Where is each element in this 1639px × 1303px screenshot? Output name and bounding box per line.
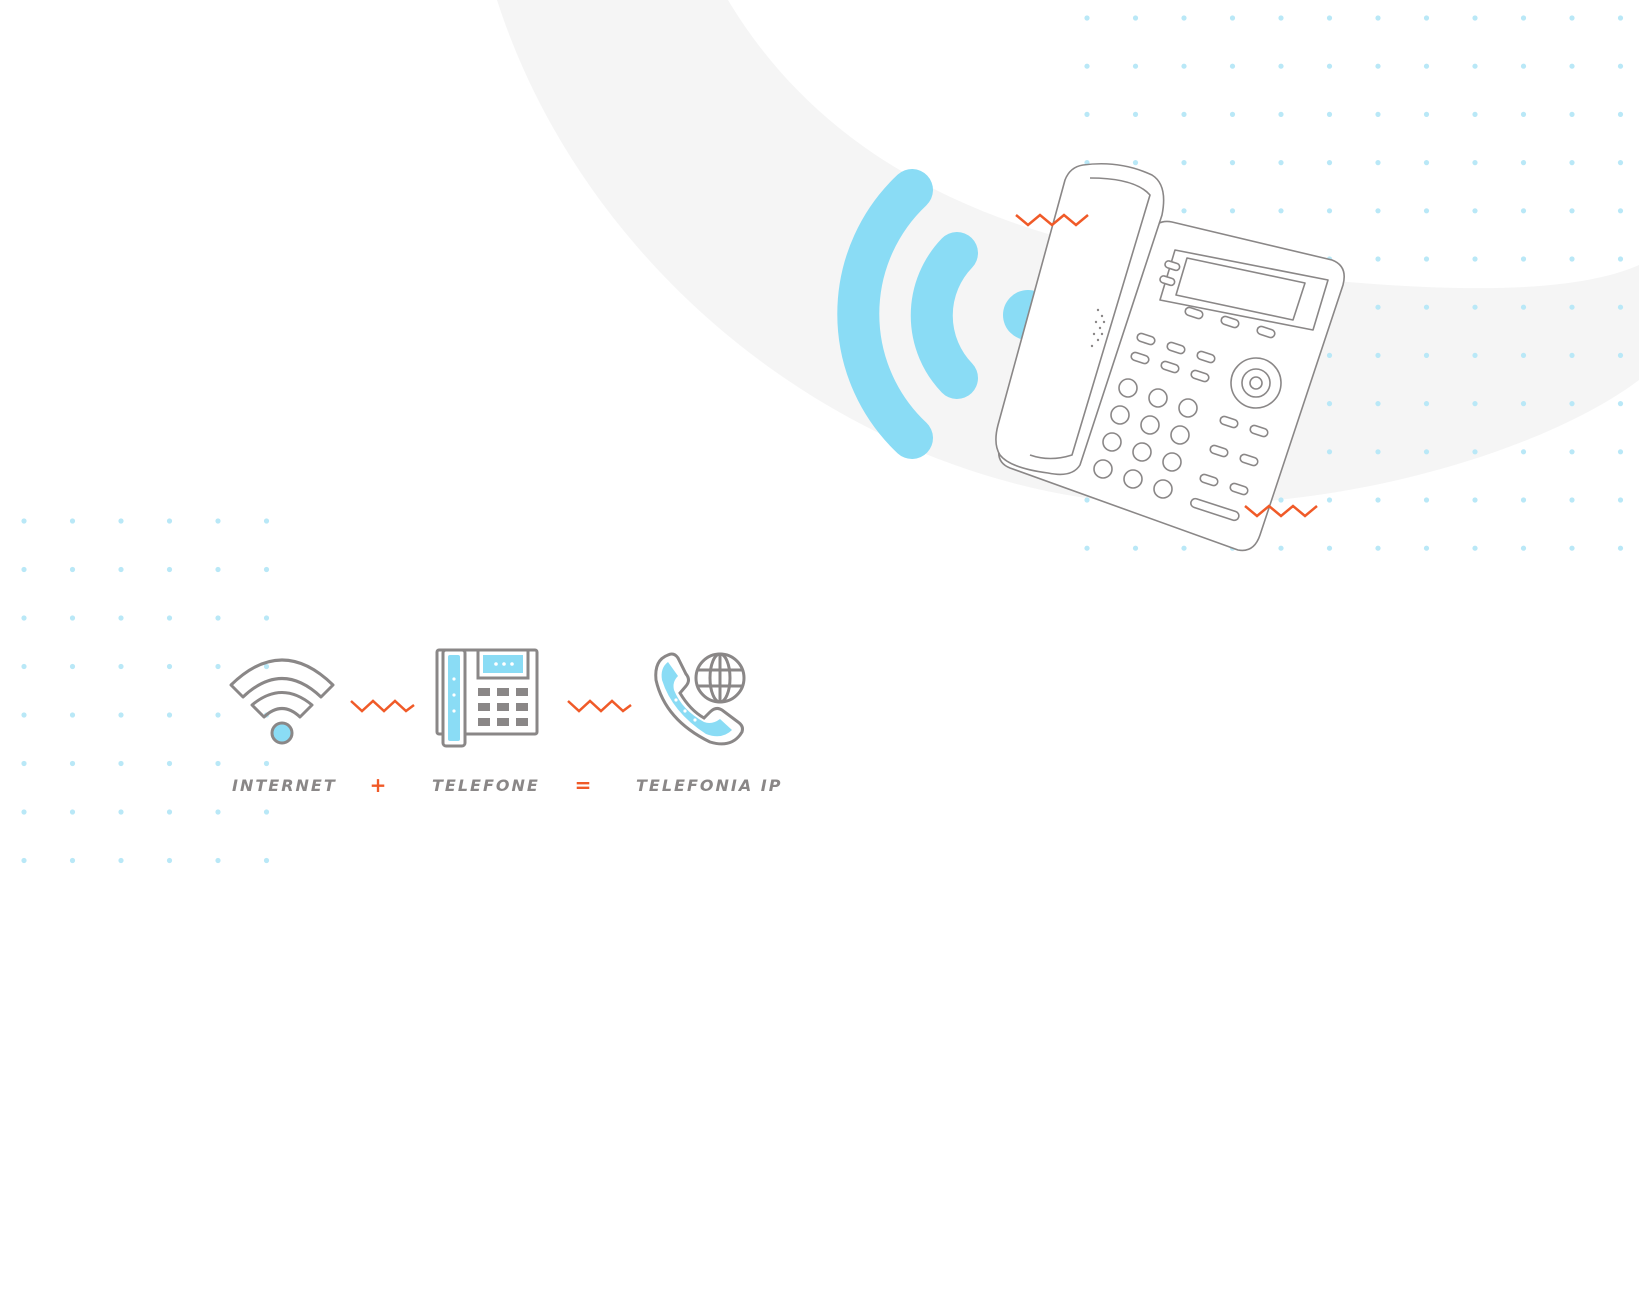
voip-phone-globe-icon bbox=[654, 652, 746, 746]
formula-result-telefonia-ip: TELEFONIA IP bbox=[636, 776, 783, 795]
wifi-icon bbox=[229, 658, 335, 745]
formula-equals-sign: = bbox=[574, 773, 592, 797]
desk-phone-icon bbox=[435, 648, 539, 748]
formula-plus-sign: + bbox=[369, 773, 387, 797]
formula-icons bbox=[229, 648, 746, 748]
formula-term-internet: INTERNET bbox=[232, 776, 337, 795]
hero-canvas: INTERNET + TELEFONE = TELEFONIA IP bbox=[0, 0, 1639, 1303]
formula-term-telefone: TELEFONE bbox=[432, 776, 540, 795]
